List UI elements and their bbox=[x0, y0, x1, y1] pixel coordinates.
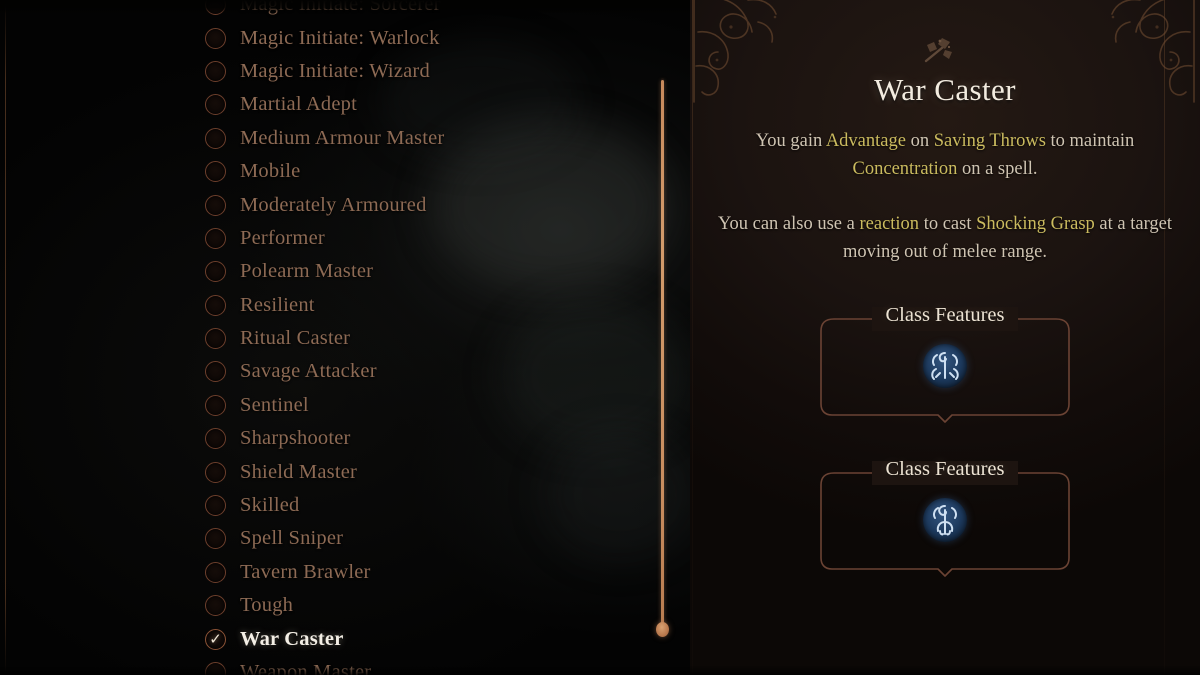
feat-list-item[interactable]: ✓ War Caster bbox=[205, 622, 635, 655]
feat-list-item-label: Shield Master bbox=[240, 460, 358, 483]
feat-radio-icon[interactable] bbox=[205, 261, 226, 283]
feat-list-item-label: Weapon Master bbox=[240, 661, 372, 675]
class-features-box[interactable]: Class Features bbox=[820, 304, 1070, 423]
feat-radio-icon[interactable] bbox=[205, 394, 226, 416]
feat-list-item[interactable]: Mobile bbox=[205, 155, 635, 188]
feat-list-item-label: Performer bbox=[240, 226, 325, 249]
feat-radio-icon[interactable] bbox=[205, 194, 226, 216]
keyword-highlight: reaction bbox=[859, 214, 920, 234]
feat-list-item-label: Resilient bbox=[240, 293, 315, 316]
feat-list: Magic Initiate: Sorcerer Magic Initiate: … bbox=[205, 0, 635, 675]
feat-list-item[interactable]: Resilient bbox=[205, 289, 635, 322]
feat-list-item-label: Medium Armour Master bbox=[240, 126, 445, 149]
class-features-title: Class Features bbox=[885, 304, 1005, 326]
feat-radio-icon[interactable] bbox=[205, 328, 226, 350]
feat-list-item-label: War Caster bbox=[240, 627, 344, 650]
body-text: You gain bbox=[755, 131, 826, 151]
feat-list-item[interactable]: Tavern Brawler bbox=[205, 556, 635, 589]
class-features-box[interactable]: Class Features bbox=[820, 458, 1070, 577]
keyword-highlight: Shocking Grasp bbox=[976, 214, 1095, 234]
feat-list-item-label: Tough bbox=[240, 594, 294, 617]
feat-list-item[interactable]: Shield Master bbox=[205, 455, 635, 488]
feat-list-item-label: Ritual Caster bbox=[240, 327, 351, 350]
feat-radio-icon[interactable] bbox=[205, 361, 226, 383]
feat-radio-icon[interactable] bbox=[205, 60, 226, 82]
feat-list-item[interactable]: Martial Adept bbox=[205, 88, 635, 121]
feat-radio-icon[interactable] bbox=[205, 227, 226, 249]
feat-list-item[interactable]: Magic Initiate: Wizard bbox=[205, 55, 635, 88]
feat-description-paragraph-2: You can also use a reaction to cast Shoc… bbox=[718, 210, 1172, 266]
feat-list-item-label: Polearm Master bbox=[240, 260, 374, 283]
left-border-line bbox=[5, 0, 6, 675]
scrollbar-thumb[interactable] bbox=[661, 80, 664, 628]
feat-list-item[interactable]: Ritual Caster bbox=[205, 322, 635, 355]
feat-list-item-label: Moderately Armoured bbox=[240, 193, 427, 216]
feat-list-item-label: Mobile bbox=[240, 160, 301, 183]
feat-list-item-label: Martial Adept bbox=[240, 93, 358, 116]
feat-radio-icon[interactable] bbox=[205, 161, 226, 183]
body-text: You can also use a bbox=[718, 214, 860, 234]
feat-list-item-label: Spell Sniper bbox=[240, 527, 344, 550]
class-feature-rune-icon-1[interactable] bbox=[923, 344, 967, 388]
checkmark-icon: ✓ bbox=[209, 629, 222, 648]
feat-list-item[interactable]: Tough bbox=[205, 589, 635, 622]
keyword-highlight: Advantage bbox=[825, 131, 906, 151]
class-features-title: Class Features bbox=[885, 458, 1005, 480]
body-text: on bbox=[905, 131, 934, 151]
feat-detail-panel: War Caster You gain Advantage on Saving … bbox=[690, 0, 1200, 675]
feat-radio-checked-icon[interactable]: ✓ bbox=[205, 628, 226, 650]
feat-radio-icon[interactable] bbox=[205, 495, 226, 517]
feat-list-item[interactable]: Sharpshooter bbox=[205, 422, 635, 455]
feat-radio-icon[interactable] bbox=[205, 428, 226, 450]
feat-list-item-label: Sentinel bbox=[240, 393, 309, 416]
feat-list-item[interactable]: Moderately Armoured bbox=[205, 188, 635, 221]
feat-list-item-label: Skilled bbox=[240, 494, 300, 517]
feat-radio-icon[interactable] bbox=[205, 561, 226, 583]
feat-list-item-label: Magic Initiate: Wizard bbox=[240, 59, 430, 82]
feat-list-item[interactable]: Medium Armour Master bbox=[205, 122, 635, 155]
feat-war-caster-icon bbox=[924, 38, 952, 63]
feat-list-item[interactable]: Spell Sniper bbox=[205, 522, 635, 555]
body-text: to maintain bbox=[1045, 131, 1135, 151]
feat-list-item[interactable]: Weapon Master bbox=[205, 656, 635, 675]
feat-radio-icon[interactable] bbox=[205, 127, 226, 149]
feat-radio-icon[interactable] bbox=[205, 528, 226, 550]
feat-list-item-label: Sharpshooter bbox=[240, 427, 351, 450]
feat-list-item[interactable]: Magic Initiate: Sorcerer bbox=[205, 0, 635, 21]
feat-list-item-label: Tavern Brawler bbox=[240, 560, 371, 583]
scrollbar-knob-handle[interactable] bbox=[656, 622, 669, 637]
panel-title: War Caster bbox=[874, 72, 1016, 107]
feat-list-item[interactable]: Skilled bbox=[205, 489, 635, 522]
feat-list-pane: Magic Initiate: Sorcerer Magic Initiate: … bbox=[0, 0, 695, 675]
body-text: on a spell. bbox=[957, 159, 1038, 179]
class-feature-rune-icon-2[interactable] bbox=[923, 498, 967, 542]
feat-radio-icon[interactable] bbox=[205, 461, 226, 483]
feat-radio-icon[interactable] bbox=[205, 0, 226, 16]
feat-description-paragraph-1: You gain Advantage on Saving Throws to m… bbox=[718, 127, 1172, 183]
feat-list-item-label: Savage Attacker bbox=[240, 360, 377, 383]
feat-list-item[interactable]: Savage Attacker bbox=[205, 355, 635, 388]
feat-radio-icon[interactable] bbox=[205, 94, 226, 116]
keyword-highlight: Concentration bbox=[852, 159, 958, 179]
feat-radio-icon[interactable] bbox=[205, 27, 226, 49]
keyword-highlight: Saving Throws bbox=[933, 131, 1046, 151]
feat-radio-icon[interactable] bbox=[205, 294, 226, 316]
feat-list-item-label: Magic Initiate: Warlock bbox=[240, 26, 440, 49]
feat-radio-icon[interactable] bbox=[205, 595, 226, 617]
feat-list-item-label: Magic Initiate: Sorcerer bbox=[240, 0, 441, 16]
feat-list-item[interactable]: Sentinel bbox=[205, 389, 635, 422]
feat-selection-screen: Magic Initiate: Sorcerer Magic Initiate: … bbox=[0, 0, 1200, 675]
feat-list-item[interactable]: Polearm Master bbox=[205, 255, 635, 288]
feat-radio-icon[interactable] bbox=[205, 662, 226, 675]
body-text: to cast bbox=[919, 214, 977, 234]
feat-list-item[interactable]: Magic Initiate: Warlock bbox=[205, 21, 635, 54]
feat-list-item[interactable]: Performer bbox=[205, 222, 635, 255]
